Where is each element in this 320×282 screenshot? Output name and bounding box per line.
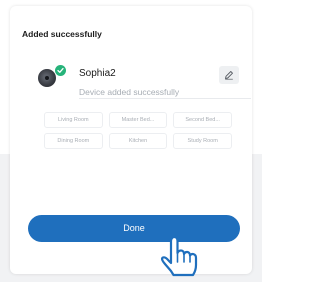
divider [79,98,251,99]
device-name: Sophia2 [79,68,116,79]
room-chip-study-room[interactable]: Study Room [173,133,232,149]
room-selector: Living Room Master Bed... Second Bed... … [44,112,232,149]
edit-name-button[interactable] [219,66,239,84]
pencil-icon [225,71,233,80]
pointing-hand-icon [160,235,198,277]
room-chip-kitchen[interactable]: Kitchen [108,133,168,149]
room-chip-second-bedroom[interactable]: Second Bed... [173,112,232,128]
done-button[interactable]: Done [28,215,240,242]
room-chip-dining-room[interactable]: Dining Room [44,133,103,149]
camera-icon [38,69,56,87]
device-status: Device added successfully [79,87,180,97]
room-chip-living-room[interactable]: Living Room [44,112,103,128]
room-chip-master-bedroom[interactable]: Master Bed... [108,112,168,128]
dialog-title: Added successfully [22,29,102,39]
check-icon [55,65,66,76]
